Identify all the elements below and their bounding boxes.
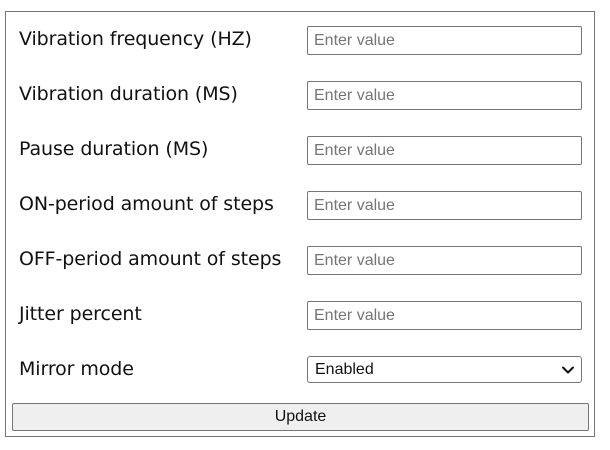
off-period-steps-label: OFF-period amount of steps xyxy=(19,248,282,270)
vibration-frequency-input[interactable] xyxy=(307,26,582,55)
off-period-steps-input[interactable] xyxy=(307,246,582,275)
field-row-mirror-mode: Mirror mode Enabled xyxy=(6,342,594,397)
mirror-mode-label: Mirror mode xyxy=(19,358,134,380)
jitter-percent-input[interactable] xyxy=(307,301,582,330)
settings-panel: Vibration frequency (HZ) Vibration durat… xyxy=(5,11,595,437)
field-row-on-period-steps: ON-period amount of steps xyxy=(6,177,594,232)
pause-duration-label: Pause duration (MS) xyxy=(19,138,209,160)
field-row-pause-duration: Pause duration (MS) xyxy=(6,122,594,177)
field-row-jitter-percent: Jitter percent xyxy=(6,287,594,342)
pause-duration-input[interactable] xyxy=(307,136,582,165)
mirror-mode-selected-value: Enabled xyxy=(315,361,374,378)
vibration-duration-input[interactable] xyxy=(307,81,582,110)
field-row-off-period-steps: OFF-period amount of steps xyxy=(6,232,594,287)
vibration-duration-label: Vibration duration (MS) xyxy=(19,83,238,105)
field-row-vibration-frequency: Vibration frequency (HZ) xyxy=(6,12,594,67)
on-period-steps-label: ON-period amount of steps xyxy=(19,193,274,215)
on-period-steps-input[interactable] xyxy=(307,191,582,220)
field-row-vibration-duration: Vibration duration (MS) xyxy=(6,67,594,122)
jitter-percent-label: Jitter percent xyxy=(19,303,142,325)
vibration-frequency-label: Vibration frequency (HZ) xyxy=(19,28,252,50)
update-button[interactable]: Update xyxy=(12,403,589,431)
mirror-mode-select[interactable]: Enabled xyxy=(307,356,582,383)
chevron-down-icon xyxy=(562,366,574,374)
